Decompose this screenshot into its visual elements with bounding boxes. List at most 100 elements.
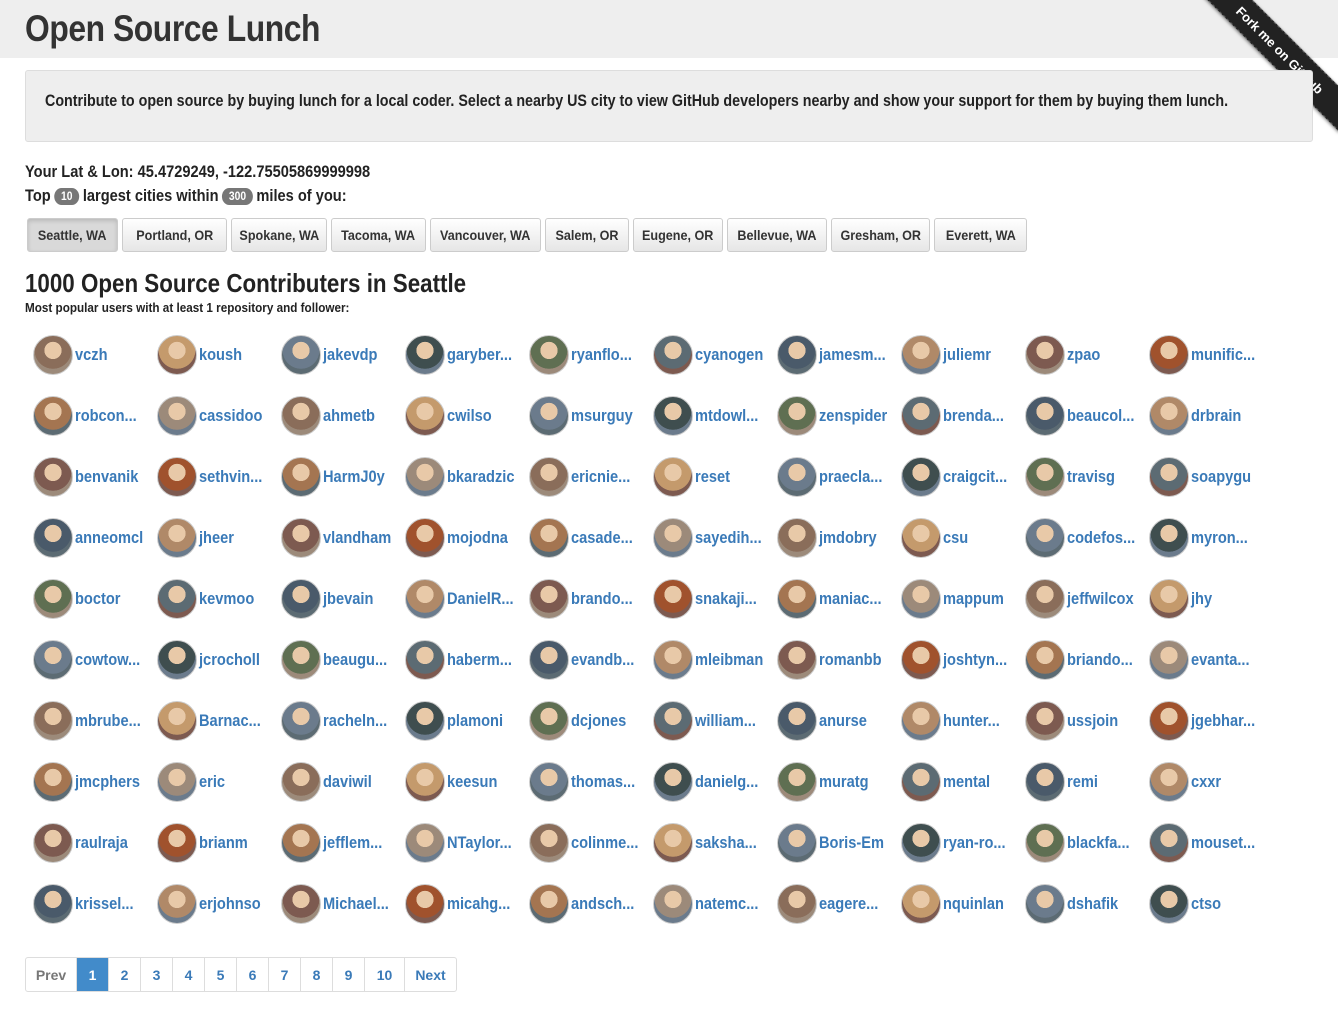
user-card[interactable]: brianm: [157, 821, 281, 865]
user-link[interactable]: garyber...: [447, 345, 512, 365]
user-link[interactable]: jheer: [199, 528, 234, 548]
user-card[interactable]: racheln...: [281, 699, 405, 743]
page-4-button[interactable]: 4: [173, 958, 205, 991]
user-card[interactable]: snakaji...: [653, 577, 777, 621]
avatar[interactable]: [157, 762, 197, 802]
avatar[interactable]: [33, 579, 73, 619]
avatar[interactable]: [405, 335, 445, 375]
user-link[interactable]: krissel...: [75, 894, 134, 914]
user-link[interactable]: jakevdp: [323, 345, 377, 365]
avatar[interactable]: [529, 762, 569, 802]
next-page-button[interactable]: Next: [405, 958, 456, 991]
avatar[interactable]: [777, 823, 817, 863]
user-link[interactable]: msurguy: [571, 406, 633, 426]
user-link[interactable]: cowtow...: [75, 650, 140, 670]
user-link[interactable]: colinme...: [571, 833, 638, 853]
page-5-button[interactable]: 5: [205, 958, 237, 991]
avatar[interactable]: [777, 457, 817, 497]
user-link[interactable]: travisg: [1067, 467, 1115, 487]
avatar[interactable]: [33, 396, 73, 436]
user-link[interactable]: william...: [695, 711, 756, 731]
user-link[interactable]: anneomcl: [75, 528, 143, 548]
user-link[interactable]: mappum: [943, 589, 1004, 609]
user-card[interactable]: keesun: [405, 760, 529, 804]
avatar[interactable]: [1149, 884, 1189, 924]
avatar[interactable]: [33, 640, 73, 680]
avatar[interactable]: [33, 518, 73, 558]
user-card[interactable]: Barnac...: [157, 699, 281, 743]
user-card[interactable]: kevmoo: [157, 577, 281, 621]
user-card[interactable]: myron...: [1149, 516, 1273, 560]
avatar[interactable]: [777, 335, 817, 375]
user-card[interactable]: jhy: [1149, 577, 1273, 621]
avatar[interactable]: [901, 823, 941, 863]
user-link[interactable]: drbrain: [1191, 406, 1241, 426]
user-card[interactable]: erjohnso: [157, 882, 281, 926]
user-link[interactable]: zpao: [1067, 345, 1100, 365]
avatar[interactable]: [901, 884, 941, 924]
avatar[interactable]: [281, 457, 321, 497]
user-link[interactable]: jbevain: [323, 589, 373, 609]
avatar[interactable]: [157, 396, 197, 436]
user-link[interactable]: juliemr: [943, 345, 991, 365]
user-link[interactable]: andsch...: [571, 894, 634, 914]
user-card[interactable]: drbrain: [1149, 394, 1273, 438]
user-card[interactable]: boctor: [33, 577, 157, 621]
user-link[interactable]: Michael...: [323, 894, 389, 914]
user-card[interactable]: raulraja: [33, 821, 157, 865]
user-card[interactable]: mouset...: [1149, 821, 1273, 865]
user-card[interactable]: juliemr: [901, 333, 1025, 377]
user-link[interactable]: ahmetb: [323, 406, 375, 426]
user-card[interactable]: ericnie...: [529, 455, 653, 499]
avatar[interactable]: [1149, 335, 1189, 375]
user-card[interactable]: bkaradzic: [405, 455, 529, 499]
avatar[interactable]: [653, 884, 693, 924]
user-card[interactable]: travisg: [1025, 455, 1149, 499]
avatar[interactable]: [405, 762, 445, 802]
user-card[interactable]: jcrocholl: [157, 638, 281, 682]
user-card[interactable]: mtdowl...: [653, 394, 777, 438]
city-button[interactable]: Seattle, WA: [27, 218, 118, 252]
user-card[interactable]: evandb...: [529, 638, 653, 682]
user-link[interactable]: ussjoin: [1067, 711, 1118, 731]
user-link[interactable]: Boris-Em: [819, 833, 884, 853]
avatar[interactable]: [1149, 518, 1189, 558]
user-link[interactable]: boctor: [75, 589, 120, 609]
user-link[interactable]: vczh: [75, 345, 108, 365]
user-card[interactable]: brenda...: [901, 394, 1025, 438]
avatar[interactable]: [405, 640, 445, 680]
user-link[interactable]: plamoni: [447, 711, 503, 731]
avatar[interactable]: [653, 335, 693, 375]
avatar[interactable]: [529, 640, 569, 680]
user-link[interactable]: NTaylor...: [447, 833, 512, 853]
user-link[interactable]: eagere...: [819, 894, 878, 914]
user-card[interactable]: eric: [157, 760, 281, 804]
user-card[interactable]: Boris-Em: [777, 821, 901, 865]
avatar[interactable]: [1025, 701, 1065, 741]
user-link[interactable]: csu: [943, 528, 968, 548]
user-link[interactable]: mbrube...: [75, 711, 141, 731]
user-link[interactable]: eric: [199, 772, 225, 792]
avatar[interactable]: [405, 518, 445, 558]
city-button[interactable]: Vancouver, WA: [430, 218, 541, 252]
user-link[interactable]: koush: [199, 345, 242, 365]
avatar[interactable]: [1025, 335, 1065, 375]
avatar[interactable]: [281, 762, 321, 802]
avatar[interactable]: [653, 457, 693, 497]
user-card[interactable]: ussjoin: [1025, 699, 1149, 743]
user-card[interactable]: dshafik: [1025, 882, 1149, 926]
page-6-button[interactable]: 6: [237, 958, 269, 991]
avatar[interactable]: [157, 335, 197, 375]
user-card[interactable]: blackfa...: [1025, 821, 1149, 865]
page-3-button[interactable]: 3: [141, 958, 173, 991]
user-link[interactable]: ericnie...: [571, 467, 630, 487]
user-card[interactable]: plamoni: [405, 699, 529, 743]
user-link[interactable]: DanielR...: [447, 589, 514, 609]
avatar[interactable]: [901, 457, 941, 497]
page-8-button[interactable]: 8: [301, 958, 333, 991]
user-link[interactable]: snakaji...: [695, 589, 757, 609]
user-link[interactable]: brenda...: [943, 406, 1004, 426]
avatar[interactable]: [653, 701, 693, 741]
user-link[interactable]: munific...: [1191, 345, 1255, 365]
user-card[interactable]: andsch...: [529, 882, 653, 926]
